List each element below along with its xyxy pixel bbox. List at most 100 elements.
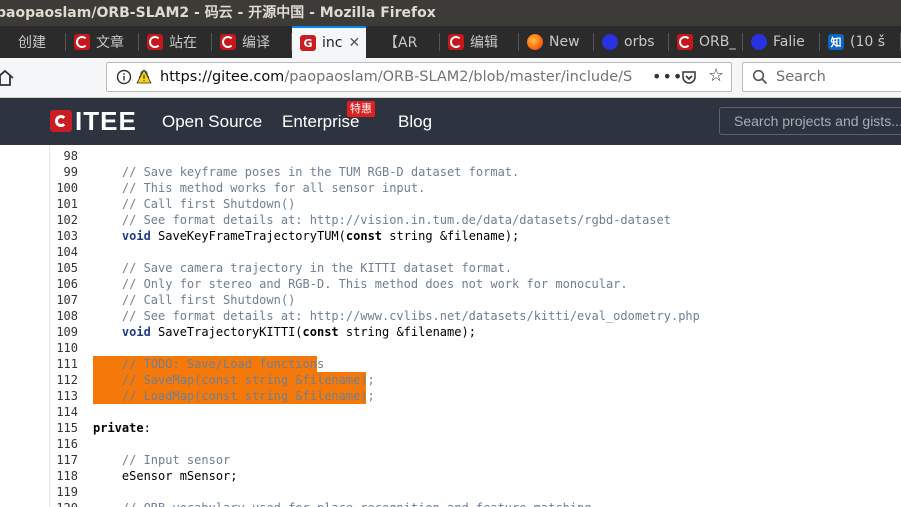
code-comment: // Save keyframe poses in the TUM RGB-D …	[93, 165, 520, 179]
code-line: 100 // This method works for all sensor …	[0, 180, 901, 196]
tab-4[interactable]: 编译	[212, 26, 292, 58]
code-token: SaveKeyFrameTrajectoryTUM(	[150, 229, 346, 243]
csdn-icon	[74, 34, 90, 50]
line-number[interactable]: 102	[50, 212, 78, 228]
code-comment: // SaveMap(const string &filename);	[93, 373, 375, 387]
insecure-lock-icon[interactable]	[136, 69, 152, 85]
line-number[interactable]: 119	[50, 484, 78, 500]
line-number[interactable]: 107	[50, 292, 78, 308]
code-text[interactable]: // SaveMap(const string &filename);	[93, 372, 375, 388]
line-number[interactable]: 117	[50, 452, 78, 468]
tab-5[interactable]: Ginc ✕	[292, 26, 366, 58]
code-text[interactable]: // Input sensor	[93, 452, 230, 468]
line-number[interactable]: 110	[50, 340, 78, 356]
code-text[interactable]: // See format details at: http://vision.…	[93, 212, 671, 228]
code-text[interactable]: // Save camera trajectory in the KITTI d…	[93, 260, 512, 276]
line-number[interactable]: 112	[50, 372, 78, 388]
code-text[interactable]: // See format details at: http://www.cvl…	[93, 308, 700, 324]
line-number[interactable]: 98	[50, 148, 78, 164]
code-text[interactable]: // LoadMap(const string &filename);	[93, 388, 375, 404]
line-number[interactable]: 115	[50, 420, 78, 436]
nav-blog[interactable]: Blog	[398, 112, 432, 132]
tab-9[interactable]: orbs	[594, 26, 669, 58]
code-keyword: private	[93, 421, 144, 435]
bookmark-star-icon[interactable]: ☆	[708, 67, 724, 85]
code-keyword: const	[345, 229, 383, 243]
code-text[interactable]: // Only for stereo and RGB-D. This metho…	[93, 276, 628, 292]
code-text[interactable]: // ORB vocabulary used for place recogni…	[93, 500, 599, 507]
line-number[interactable]: 113	[50, 388, 78, 404]
code-viewer: 98 99 // Save keyframe poses in the TUM R…	[0, 145, 901, 507]
code-text[interactable]: // Call first Shutdown()	[93, 292, 295, 308]
tab-label: 编译	[242, 35, 270, 51]
zhihu-icon: 知	[828, 34, 844, 50]
code-token: string &filename);	[382, 229, 520, 243]
code-comment: // TODO: Save/Load functions	[93, 357, 325, 371]
tab-2[interactable]: 文章	[66, 26, 139, 58]
line-number[interactable]: 101	[50, 196, 78, 212]
csdn-icon	[677, 34, 693, 50]
pocket-icon[interactable]	[681, 69, 697, 85]
gitee-icon: G	[300, 35, 316, 51]
url-path: /paopaoslam/ORB-SLAM2/blob/master/includ…	[284, 69, 633, 85]
search-bar[interactable]: Search	[742, 62, 901, 92]
tab-11[interactable]: Falie	[743, 26, 820, 58]
line-number[interactable]: 116	[50, 436, 78, 452]
line-number[interactable]: 111	[50, 356, 78, 372]
tab-3[interactable]: 站在	[139, 26, 212, 58]
code-line: 112 // SaveMap(const string &filename);	[0, 372, 901, 388]
line-number[interactable]: 120	[50, 500, 78, 507]
page-actions-icon[interactable]: •••	[652, 67, 683, 86]
code-comment: // ORB vocabulary used for place recogni…	[93, 501, 599, 507]
code-text[interactable]: void SaveTrajectoryKITTI(const string &f…	[93, 324, 476, 340]
code-text[interactable]: // This method works for all sensor inpu…	[93, 180, 425, 196]
code-line: 117 // Input sensor	[0, 452, 901, 468]
search-icon	[752, 69, 768, 85]
tab-12[interactable]: 知 (10 š	[820, 26, 901, 58]
tab-10[interactable]: ORB_	[669, 26, 743, 58]
line-number[interactable]: 99	[50, 164, 78, 180]
tab-label: (10 š	[850, 34, 886, 50]
tab-7[interactable]: 编辑	[440, 26, 519, 58]
firefox-icon	[527, 34, 543, 50]
line-number[interactable]: 103	[50, 228, 78, 244]
home-icon[interactable]	[0, 67, 16, 89]
code-line: 101 // Call first Shutdown()	[0, 196, 901, 212]
gitee-logo[interactable]: ITEE	[50, 108, 137, 134]
tab-label: 文章	[96, 35, 124, 51]
code-text[interactable]: private:	[93, 420, 151, 436]
code-text[interactable]: // Call first Shutdown()	[93, 196, 295, 212]
tab-6[interactable]: 【AR	[366, 26, 440, 58]
gitee-search-input[interactable]: Search projects and gists...	[719, 107, 901, 135]
csdn-icon	[448, 34, 464, 50]
code-text[interactable]: eSensor mSensor;	[93, 468, 238, 484]
line-number[interactable]: 109	[50, 324, 78, 340]
code-line: 113 // LoadMap(const string &filename);	[0, 388, 901, 404]
window-title-bar: paopaoslam/ORB-SLAM2 - 码云 - 开源中国 - Mozil…	[0, 0, 901, 26]
line-number[interactable]: 105	[50, 260, 78, 276]
url-bar[interactable]: https://gitee.com/paopaoslam/ORB-SLAM2/b…	[106, 62, 732, 92]
code-line: 110	[0, 340, 901, 356]
code-comment: // Input sensor	[93, 453, 231, 467]
tab-label: 编辑	[470, 35, 498, 51]
tab-1[interactable]: 创建	[0, 26, 66, 58]
nav-open-source[interactable]: Open Source	[162, 112, 262, 132]
line-number[interactable]: 108	[50, 308, 78, 324]
line-number[interactable]: 104	[50, 244, 78, 260]
info-icon[interactable]	[116, 69, 132, 85]
url-text[interactable]: https://gitee.com/paopaoslam/ORB-SLAM2/b…	[160, 69, 635, 85]
code-line: 111 // TODO: Save/Load functions	[0, 356, 901, 372]
line-number[interactable]: 118	[50, 468, 78, 484]
line-number[interactable]: 100	[50, 180, 78, 196]
close-tab-icon[interactable]: ✕	[348, 35, 360, 51]
code-text[interactable]: void SaveKeyFrameTrajectoryTUM(const str…	[93, 228, 519, 244]
code-text[interactable]: // TODO: Save/Load functions	[93, 356, 324, 372]
csdn-icon	[220, 34, 236, 50]
line-number[interactable]: 114	[50, 404, 78, 420]
line-number[interactable]: 106	[50, 276, 78, 292]
code-keyword: const	[302, 325, 339, 339]
code-line: 116	[0, 436, 901, 452]
code-line: 118 eSensor mSensor;	[0, 468, 901, 484]
tab-8[interactable]: New	[519, 26, 594, 58]
code-text[interactable]: // Save keyframe poses in the TUM RGB-D …	[93, 164, 519, 180]
